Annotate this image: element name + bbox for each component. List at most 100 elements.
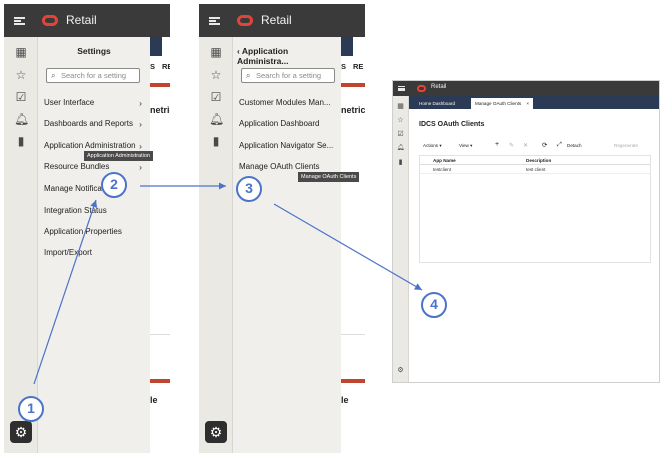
bar-chart-icon[interactable]: ▮ <box>396 158 405 167</box>
bar-chart-icon[interactable]: ▮ <box>14 134 28 148</box>
divider <box>150 334 170 335</box>
bell-icon[interactable]: 🔔︎ <box>396 144 405 153</box>
bar-chart-icon[interactable]: ▮ <box>209 134 223 148</box>
menu-item-label: Application Administration <box>44 141 136 150</box>
settings-panel: Retail ▦ ☆ ☑ 🔔︎ ▮ ⚙ Settings ⌕ User Inte… <box>4 4 170 453</box>
drawer-title-label: Application Administra... <box>237 46 289 66</box>
tab-bar-fragment <box>341 37 353 56</box>
hamburger-icon[interactable] <box>398 86 405 91</box>
heading-fragment: netric <box>150 105 170 115</box>
detach-icon[interactable]: ⤢ <box>557 142 562 149</box>
view-menu-button[interactable]: View ▾ <box>459 143 472 149</box>
tab-manage-oauth-clients[interactable]: Manage OAuth Clients × <box>471 98 533 109</box>
regenerate-button[interactable]: Regenerate <box>614 143 638 148</box>
detach-button[interactable]: Detach <box>567 143 582 148</box>
grid-icon[interactable]: ▦ <box>209 45 223 59</box>
menu-item-dashboards-reports[interactable]: Dashboards and Reports › <box>44 119 148 133</box>
heading-fragment: netric <box>341 105 365 115</box>
menu-item-label: Customer Modules Man... <box>239 98 331 107</box>
oauth-clients-panel: Retail ▦ ☆ ☑ 🔔︎ ▮ ⚙ Home Dashboard Manag… <box>392 80 660 383</box>
hamburger-icon[interactable] <box>14 17 25 25</box>
bell-icon[interactable]: 🔔︎ <box>14 112 29 126</box>
menu-item-label: Resource Bundles <box>44 162 110 171</box>
chevron-right-icon: › <box>139 98 142 108</box>
app-title: Retail <box>431 84 447 90</box>
menu-item-label: Import/Export <box>44 248 93 257</box>
application-administration-panel: Retail ▦ ☆ ☑ 🔔︎ ▮ ⚙ ‹ Application Admini… <box>199 4 365 453</box>
refresh-icon[interactable]: ⟳ <box>542 141 547 149</box>
close-icon[interactable]: × <box>526 98 529 109</box>
menu-item-customer-modules[interactable]: Customer Modules Man... <box>239 98 343 112</box>
settings-gear-button[interactable]: ⚙ <box>10 421 32 443</box>
menu-item-application-dashboard[interactable]: Application Dashboard <box>239 119 343 133</box>
menu-item-import-export[interactable]: Import/Export <box>44 248 148 262</box>
column-header-app-name[interactable]: App Name <box>433 158 456 163</box>
menu-item-application-navigator[interactable]: Application Navigator Se... <box>239 141 343 155</box>
step-marker-2: 2 <box>101 172 127 198</box>
delete-icon[interactable]: ✕ <box>523 142 528 149</box>
search-icon: ⌕ <box>51 71 56 80</box>
top-bar: Retail <box>393 81 659 96</box>
content-peek: S RE netric le <box>341 37 365 453</box>
divider <box>341 83 365 87</box>
divider <box>150 83 170 87</box>
step-marker-1: 1 <box>18 396 44 422</box>
chevron-right-icon: › <box>139 162 142 172</box>
table-row[interactable]: testclient test client <box>420 165 650 174</box>
menu-item-manage-notifications[interactable]: Manage Notifications <box>44 184 148 198</box>
table-header: App Name Description <box>420 156 650 165</box>
back-chevron-icon[interactable]: ‹ <box>237 46 240 56</box>
admin-drawer: ‹ Application Administra... ⌕ Customer M… <box>233 37 341 453</box>
tab-label: Home Dashboard <box>419 101 456 106</box>
top-bar: Retail <box>4 4 170 37</box>
add-icon[interactable]: + <box>495 141 499 148</box>
calendar-check-icon[interactable]: ☑ <box>209 90 223 104</box>
column-header-description[interactable]: Description <box>526 158 551 163</box>
page-title: IDCS OAuth Clients <box>419 121 485 128</box>
oracle-logo-icon <box>417 85 426 92</box>
oracle-logo-icon <box>237 15 253 26</box>
star-icon[interactable]: ☆ <box>209 68 223 82</box>
menu-item-user-interface[interactable]: User Interface › <box>44 98 148 112</box>
tab-fragment: RE <box>353 62 364 71</box>
oracle-logo-icon <box>42 15 58 26</box>
edit-icon[interactable]: ✎ <box>509 142 514 149</box>
tab-home-dashboard[interactable]: Home Dashboard <box>415 98 467 109</box>
settings-search-input[interactable] <box>256 70 332 81</box>
menu-item-label: Application Properties <box>44 227 122 236</box>
cell-description: test client <box>526 167 546 172</box>
divider <box>341 379 365 383</box>
drawer-title: Settings <box>77 46 111 56</box>
menu-item-application-properties[interactable]: Application Properties <box>44 227 148 241</box>
menu-item-integration-status[interactable]: Integration Status <box>44 206 148 220</box>
settings-search[interactable]: ⌕ <box>241 68 335 83</box>
settings-gear-icon[interactable]: ⚙ <box>396 366 405 375</box>
heading-fragment: le <box>341 395 349 405</box>
app-title: Retail <box>261 13 292 27</box>
settings-search[interactable]: ⌕ <box>46 68 140 83</box>
menu-item-label: Manage OAuth Clients <box>239 162 320 171</box>
app-title: Retail <box>66 13 97 27</box>
menu-item-label: User Interface <box>44 98 95 107</box>
bell-icon[interactable]: 🔔︎ <box>209 112 224 126</box>
tab-fragment: S <box>341 62 347 71</box>
step-marker-4: 4 <box>421 292 447 318</box>
grid-icon[interactable]: ▦ <box>396 102 405 111</box>
actions-menu-button[interactable]: Actions ▾ <box>423 143 442 149</box>
tooltip: Manage OAuth Clients <box>298 172 360 182</box>
menu-item-resource-bundles[interactable]: Resource Bundles › <box>44 162 148 176</box>
grid-icon[interactable]: ▦ <box>14 45 28 59</box>
calendar-check-icon[interactable]: ☑ <box>396 130 405 139</box>
star-icon[interactable]: ☆ <box>14 68 28 82</box>
settings-drawer: Settings ⌕ User Interface › Dashboards a… <box>38 37 150 453</box>
settings-gear-button[interactable]: ⚙ <box>205 421 227 443</box>
side-rail: ▦ ☆ ☑ 🔔︎ ▮ ⚙ <box>4 37 38 453</box>
tab-fragment: S <box>150 62 156 71</box>
calendar-check-icon[interactable]: ☑ <box>14 90 28 104</box>
drawer-title[interactable]: ‹ Application Administra... <box>237 46 341 66</box>
step-marker-3: 3 <box>236 176 262 202</box>
hamburger-icon[interactable] <box>209 17 220 25</box>
menu-item-label: Application Navigator Se... <box>239 141 334 150</box>
settings-search-input[interactable] <box>61 70 137 81</box>
star-icon[interactable]: ☆ <box>396 116 405 125</box>
